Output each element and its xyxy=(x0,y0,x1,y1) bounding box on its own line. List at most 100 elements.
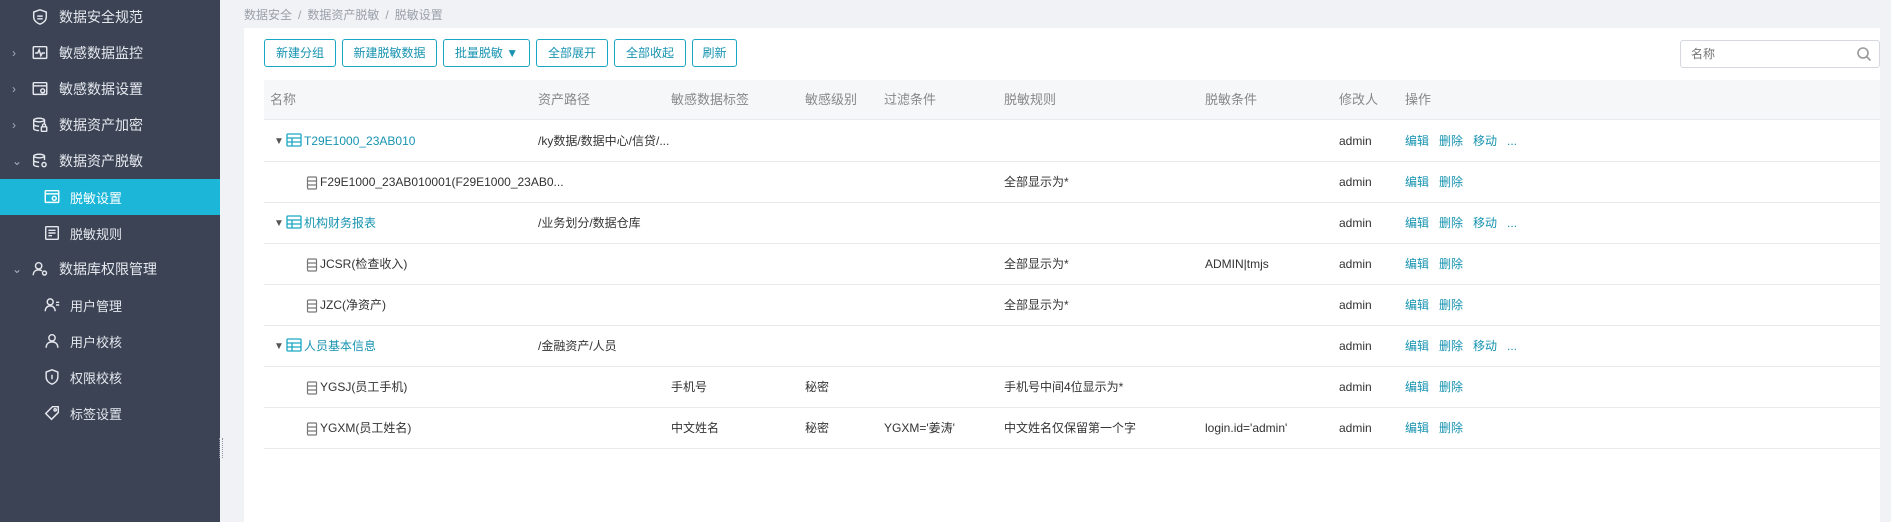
caret-down-icon[interactable]: ▼ xyxy=(274,203,284,245)
col-level: 敏感级别 xyxy=(805,92,858,107)
search-input[interactable] xyxy=(1680,40,1880,68)
move-link[interactable]: 移动 xyxy=(1473,203,1497,243)
row-condition: login.id='admin' xyxy=(1205,421,1288,435)
row-modifier: admin xyxy=(1339,216,1372,230)
caret-down-icon[interactable]: ▼ xyxy=(274,326,284,368)
delete-link[interactable]: 删除 xyxy=(1439,285,1463,325)
delete-link[interactable]: 删除 xyxy=(1439,367,1463,407)
row-name: F29E1000_23AB010001(F29E1000_23AB0... xyxy=(320,175,564,189)
row-filter: YGXM='姜涛' xyxy=(884,421,955,435)
row-rule: 手机号中间4位显示为* xyxy=(1004,380,1124,394)
row-name[interactable]: T29E1000_23AB010 xyxy=(304,121,415,161)
edit-link[interactable]: 编辑 xyxy=(1405,203,1429,243)
new-group-button[interactable]: 新建分组 xyxy=(264,39,336,67)
edit-link[interactable]: 编辑 xyxy=(1405,367,1429,407)
move-link[interactable]: 移动 xyxy=(1473,326,1497,366)
search-icon[interactable] xyxy=(1856,46,1872,62)
batch-desensitize-button[interactable]: 批量脱敏 ▼ xyxy=(443,39,530,67)
delete-link[interactable]: 删除 xyxy=(1439,326,1463,366)
nav-user-manage[interactable]: 用户管理 xyxy=(0,287,220,323)
column-icon xyxy=(306,422,318,436)
nav-asset-encrypt[interactable]: › 数据资产加密 xyxy=(0,107,220,143)
edit-link[interactable]: 编辑 xyxy=(1405,326,1429,366)
table-row[interactable]: ▼ 机构财务报表/业务划分/数据仓库 admin 编辑 删除 移动... xyxy=(264,203,1880,244)
edit-link[interactable]: 编辑 xyxy=(1405,244,1429,284)
breadcrumb-parent[interactable]: 数据资产脱敏 xyxy=(307,8,379,22)
row-modifier: admin xyxy=(1339,298,1372,312)
sidebar-resize-handle[interactable] xyxy=(219,438,223,458)
row-rule: 全部显示为* xyxy=(1004,257,1069,271)
column-icon xyxy=(306,176,318,190)
row-name: YGXM(员工姓名) xyxy=(320,421,412,435)
row-level: 秘密 xyxy=(805,380,830,394)
user-icon xyxy=(42,331,62,351)
delete-link[interactable]: 删除 xyxy=(1439,408,1463,448)
database-lock-icon xyxy=(30,115,50,135)
more-link[interactable]: ... xyxy=(1507,326,1517,366)
expand-all-button[interactable]: 全部展开 xyxy=(536,39,608,67)
refresh-button[interactable]: 刷新 xyxy=(692,39,737,67)
monitor-pulse-icon xyxy=(30,43,50,63)
table-row[interactable]: JZC(净资产) 全部显示为* admin 编辑 删除 xyxy=(264,285,1880,326)
breadcrumb-root[interactable]: 数据安全 xyxy=(244,8,292,22)
table-row[interactable]: JCSR(检查收入) 全部显示为* ADMIN|tmjs admin 编辑 删除 xyxy=(264,244,1880,285)
move-link[interactable]: 移动 xyxy=(1473,121,1497,161)
shield-doc-icon xyxy=(30,7,50,27)
table-row[interactable]: ▼ T29E1000_23AB010/ky数据/数据中心/信贷/... admin 编… xyxy=(264,121,1880,162)
nav-sensitive-monitor[interactable]: › 敏感数据监控 xyxy=(0,35,220,71)
row-modifier: admin xyxy=(1339,421,1372,435)
delete-link[interactable]: 删除 xyxy=(1439,121,1463,161)
delete-link[interactable]: 删除 xyxy=(1439,203,1463,243)
col-modifier: 修改人 xyxy=(1339,92,1379,107)
more-link[interactable]: ... xyxy=(1507,203,1517,243)
database-gear-icon xyxy=(30,151,50,171)
col-actions: 操作 xyxy=(1405,92,1432,107)
table-icon xyxy=(286,338,302,354)
row-path: /业务划分/数据仓库 xyxy=(538,216,641,230)
row-modifier: admin xyxy=(1339,175,1372,189)
row-path: /ky数据/数据中心/信贷/... xyxy=(538,134,670,148)
table-icon xyxy=(286,215,302,231)
nav-user-check[interactable]: 用户校核 xyxy=(0,323,220,359)
edit-link[interactable]: 编辑 xyxy=(1405,408,1429,448)
nav-db-permission[interactable]: ⌄ 数据库权限管理 xyxy=(0,251,220,287)
table-row[interactable]: YGXM(员工姓名) 中文姓名 秘密 YGXM='姜涛' 中文姓名仅保留第一个字 logi… xyxy=(264,408,1880,449)
nav-sensitive-settings[interactable]: › 敏感数据设置 xyxy=(0,71,220,107)
col-name: 名称 xyxy=(270,92,297,107)
row-modifier: admin xyxy=(1339,134,1372,148)
nav-asset-desensitize[interactable]: ⌄ 数据资产脱敏 xyxy=(0,143,220,179)
nav-permission-check[interactable]: 权限校核 xyxy=(0,359,220,395)
delete-link[interactable]: 删除 xyxy=(1439,162,1463,202)
breadcrumb-current: 脱敏设置 xyxy=(394,8,443,22)
collapse-all-button[interactable]: 全部收起 xyxy=(614,39,686,67)
new-desensitize-button[interactable]: 新建脱敏数据 xyxy=(342,39,437,67)
more-link[interactable]: ... xyxy=(1507,121,1517,161)
breadcrumb: 数据安全 / 数据资产脱敏 / 脱敏设置 xyxy=(244,8,443,22)
edit-link[interactable]: 编辑 xyxy=(1405,285,1429,325)
nav-data-security-spec[interactable]: 数据安全规范 xyxy=(0,0,220,35)
chevron-right-icon: › xyxy=(12,82,16,96)
rules-icon xyxy=(42,223,62,243)
row-modifier: admin xyxy=(1339,257,1372,271)
nav-desensitize-settings[interactable]: 脱敏设置 xyxy=(0,179,220,215)
edit-link[interactable]: 编辑 xyxy=(1405,162,1429,202)
row-name[interactable]: 人员基本信息 xyxy=(304,326,376,366)
delete-link[interactable]: 删除 xyxy=(1439,244,1463,284)
caret-down-icon[interactable]: ▼ xyxy=(274,121,284,163)
col-rule: 脱敏规则 xyxy=(1004,92,1057,107)
row-name[interactable]: 机构财务报表 xyxy=(304,203,376,243)
table-row[interactable]: ▼ 人员基本信息/金融资产/人员 admin 编辑 删除 移动... xyxy=(264,326,1880,367)
row-name: JZC(净资产) xyxy=(320,298,386,312)
nav-desensitize-rules[interactable]: 脱敏规则 xyxy=(0,215,220,251)
column-icon xyxy=(306,258,318,272)
col-filter: 过滤条件 xyxy=(884,92,937,107)
settings-window-icon xyxy=(30,79,50,99)
chevron-right-icon: › xyxy=(12,46,16,60)
user-gear-icon xyxy=(30,259,50,279)
nav-tag-settings[interactable]: 标签设置 xyxy=(0,395,220,431)
table-row[interactable]: YGSJ(员工手机) 手机号 秘密 手机号中间4位显示为* admin 编辑 删除 xyxy=(264,367,1880,408)
col-tag: 敏感数据标签 xyxy=(671,92,750,107)
edit-link[interactable]: 编辑 xyxy=(1405,121,1429,161)
table-header: 名称 资产路径 敏感数据标签 敏感级别 过滤条件 脱敏规则 脱敏条件 修改人 操… xyxy=(264,80,1880,120)
table-row[interactable]: F29E1000_23AB010001(F29E1000_23AB0... 全部显… xyxy=(264,162,1880,203)
